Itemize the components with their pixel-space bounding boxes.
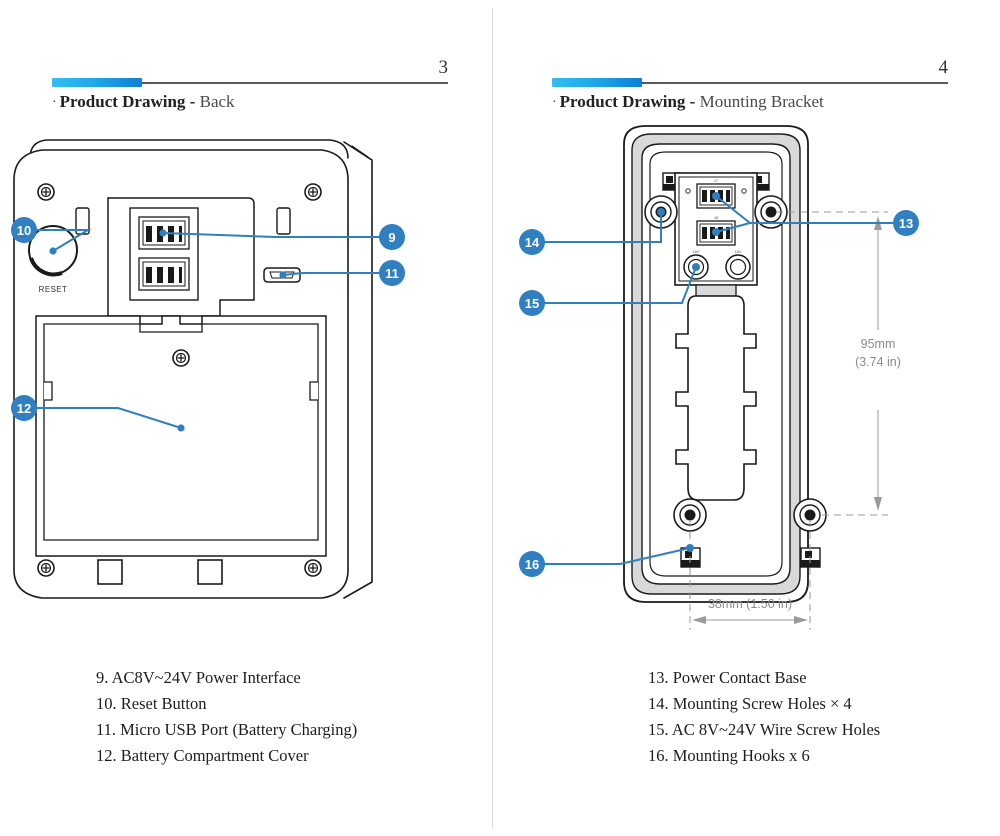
svg-text:16: 16 [525, 557, 539, 572]
svg-text:12: 12 [17, 401, 31, 416]
caption-item: 14. Mounting Screw Holes × 4 [648, 694, 852, 713]
dimension-height-alt: (3.74 in) [855, 355, 901, 369]
right-caption-list: 13. Power Contact Base 14. Mounting Scre… [0, 665, 1000, 769]
callout-15: 15 [519, 290, 545, 316]
dimension-width-value: 38mm (1.50 in) [708, 597, 792, 611]
svg-text:11: 11 [385, 266, 399, 281]
right-page-number: 4 [938, 57, 949, 78]
caption-item: 15. AC 8V~24V Wire Screw Holes [648, 720, 881, 739]
device-back-drawing: RESET 10 9 11 12 [0, 120, 492, 650]
screw-bottom-right [304, 559, 322, 577]
slot-right [276, 207, 291, 235]
title-sub: Back [199, 92, 235, 111]
screw-bottom-left [37, 559, 55, 577]
left-page-number: 3 [438, 57, 449, 78]
right-page: 4 · Product Drawing - Mounting Bracket J… [500, 0, 992, 836]
svg-text:13: 13 [899, 216, 913, 231]
screw-label-left: 18V [692, 249, 699, 254]
bottom-slot-left [97, 559, 123, 585]
svg-text:15: 15 [525, 296, 539, 311]
caption-item: 16. Mounting Hooks x 6 [648, 746, 810, 765]
terminal-block-lower [138, 257, 190, 291]
dimension-height-value: 95mm [861, 337, 896, 351]
callout-16: 16 [519, 551, 545, 577]
svg-text:14: 14 [525, 235, 540, 250]
screw-top-right [304, 183, 322, 201]
header-accent-bar [552, 78, 642, 87]
callout-12: 12 [11, 395, 37, 421]
callout-11: 11 [379, 260, 405, 286]
callout-9: 9 [379, 224, 405, 250]
bullet-icon: · [552, 95, 557, 111]
battery-compartment-cover [35, 315, 327, 557]
bullet-icon: · [52, 95, 57, 111]
bottom-slot-right [197, 559, 223, 585]
callout-10: 10 [11, 217, 37, 243]
screw-top-left [37, 183, 55, 201]
title-bold: Product Drawing - [559, 92, 696, 111]
bracket-channel-cutout [675, 295, 757, 501]
svg-text:9: 9 [388, 230, 395, 245]
left-page-title: · Product Drawing - Back [52, 92, 235, 112]
mounting-bracket-drawing: J7 J8 18V 18V 95mm (3.74 in) 38mm (1.50 … [500, 120, 992, 650]
screw-label-right: 18V [734, 249, 741, 254]
caption-item: 13. Power Contact Base [648, 668, 807, 687]
manual-spread: 3 · Product Drawing - Back RESET 10 9 11… [0, 0, 1000, 836]
callout-13: 13 [893, 210, 919, 236]
reset-label: RESET [39, 285, 68, 294]
svg-text:10: 10 [17, 223, 31, 238]
title-sub: Mounting Bracket [699, 92, 824, 111]
right-page-title: · Product Drawing - Mounting Bracket [552, 92, 824, 112]
title-bold: Product Drawing - [59, 92, 196, 111]
header-accent-bar [52, 78, 142, 87]
wire-screw-hole-right [725, 254, 751, 280]
callout-14: 14 [519, 229, 545, 255]
